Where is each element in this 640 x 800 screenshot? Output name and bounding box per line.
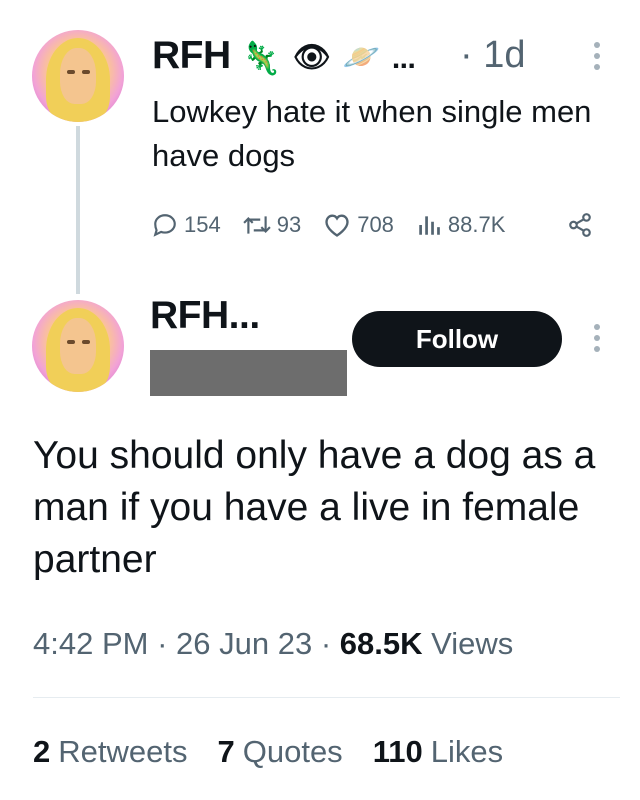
reply-to-tweet-text: Lowkey hate it when single men have dogs <box>152 94 592 173</box>
eye-speech-bubble-icon: 👁 <box>292 41 331 75</box>
engagement-stats: 2 Retweets 7 Quotes 110 Likes <box>33 734 533 770</box>
author-name-text: RFH <box>152 34 231 77</box>
retweet-icon <box>243 216 271 234</box>
avatar-eye-right <box>82 340 90 344</box>
likes-stat[interactable]: 110 Likes <box>373 734 503 770</box>
meta-separator: · <box>460 34 473 76</box>
lizard-icon: 🦎 <box>241 39 281 76</box>
bar-chart-icon <box>419 216 440 235</box>
view-count: 88.7K <box>447 212 506 237</box>
meta-separator: · <box>320 626 332 661</box>
avatar-eye-left <box>67 70 75 74</box>
main-tweet-text: You should only have a dog as a man if y… <box>33 434 596 581</box>
reply-to-author-name[interactable]: RFH 🦎 👁 🪐 ... <box>152 34 416 78</box>
avatar-eye-right <box>82 70 90 74</box>
main-author-name[interactable]: RFH... <box>150 294 260 338</box>
like-count: 708 <box>357 212 394 237</box>
heart-icon <box>325 214 349 237</box>
views-label: Views <box>431 626 514 661</box>
follow-button[interactable]: Follow <box>352 311 562 367</box>
retweets-label: Retweets <box>58 734 188 769</box>
like-button[interactable]: 708 <box>323 212 394 238</box>
reply-to-time[interactable]: · 1d <box>460 34 526 77</box>
share-icon[interactable] <box>567 212 593 238</box>
divider <box>33 697 620 698</box>
views-count: 68.5K <box>339 626 423 661</box>
retweet-button[interactable]: 93 <box>243 212 301 238</box>
avatar[interactable] <box>32 30 124 122</box>
redacted-handle <box>150 350 347 396</box>
retweets-stat[interactable]: 2 Retweets <box>33 734 187 770</box>
quotes-label: Quotes <box>242 734 343 769</box>
tweet-timestamp: 4:42 PM · 26 Jun 23 · 68.5K Views <box>33 626 513 662</box>
more-options-icon[interactable] <box>592 324 602 357</box>
avatar-face <box>60 48 96 104</box>
tweet-date[interactable]: 26 Jun 23 <box>176 626 312 661</box>
retweet-count: 93 <box>276 212 302 237</box>
relative-time: 1d <box>483 34 526 76</box>
quotes-stat[interactable]: 7 Quotes <box>217 734 342 770</box>
reply-icon <box>153 214 176 237</box>
name-truncation-ellipsis: ... <box>391 42 416 75</box>
reply-to-action-bar: 154 93 708 88.7K <box>152 205 505 245</box>
thread-connector-line <box>76 126 80 294</box>
avatar-face <box>60 318 96 374</box>
avatar-eye-left <box>67 340 75 344</box>
reply-count: 154 <box>184 212 221 237</box>
retweets-count: 2 <box>33 734 51 769</box>
avatar[interactable] <box>32 300 124 392</box>
likes-count: 110 <box>372 734 423 769</box>
reply-button[interactable]: 154 <box>152 212 221 238</box>
quotes-count: 7 <box>217 734 235 769</box>
more-options-icon[interactable] <box>592 42 602 75</box>
meta-separator: · <box>157 626 168 661</box>
ringed-planet-icon: 🪐 <box>342 41 380 75</box>
tweet-time[interactable]: 4:42 PM <box>33 626 148 661</box>
views-button[interactable]: 88.7K <box>416 212 506 238</box>
likes-label: Likes <box>430 734 504 769</box>
